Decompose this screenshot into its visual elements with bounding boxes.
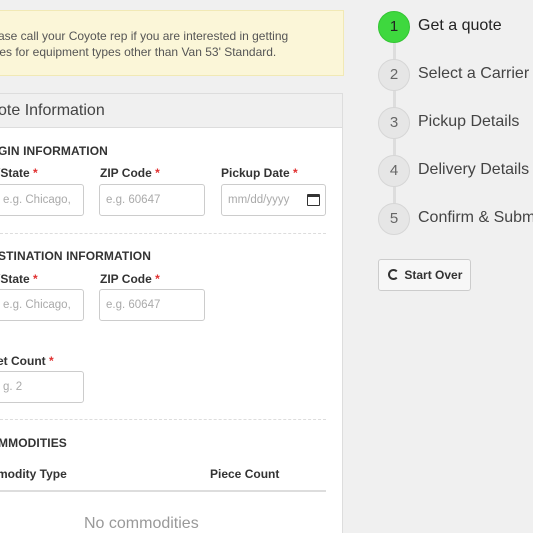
- step-number: 1: [378, 11, 410, 43]
- destination-zip-label: ZIP Code *: [100, 272, 160, 286]
- commodity-type-header: modity Type: [0, 467, 67, 481]
- step-label: Get a quote: [418, 17, 502, 34]
- pickup-date-label: Pickup Date *: [221, 166, 298, 180]
- step-number: 4: [378, 155, 410, 187]
- quote-information-panel: ote Information GIN INFORMATION /State *…: [0, 93, 343, 533]
- start-over-button[interactable]: Start Over: [378, 259, 471, 291]
- step-label: Select a Carrier: [418, 65, 530, 82]
- origin-divider: [0, 233, 326, 234]
- step-label: Pickup Details: [418, 113, 520, 130]
- origin-city-label: /State *: [0, 166, 38, 180]
- step-number: 2: [378, 59, 410, 91]
- step-confirm-and-submit[interactable]: 5 Confirm & Subm: [378, 203, 533, 235]
- notice-line-2: tes for equipment types other than Van 5…: [0, 45, 277, 59]
- origin-zip-input[interactable]: e.g. 60647: [99, 184, 205, 216]
- quote-form-area: ase call your Coyote rep if you are inte…: [0, 0, 344, 533]
- origin-section-title: GIN INFORMATION: [0, 144, 108, 158]
- start-over-label: Start Over: [404, 268, 463, 282]
- panel-header: ote Information: [0, 94, 342, 128]
- equipment-notice: ase call your Coyote rep if you are inte…: [0, 10, 344, 76]
- destination-zip-input[interactable]: e.g. 60647: [99, 289, 205, 321]
- destination-city-label: /State *: [0, 272, 38, 286]
- step-number: 5: [378, 203, 410, 235]
- destination-city-input[interactable]: e.g. Chicago,: [0, 289, 84, 321]
- pallet-count-input[interactable]: g. 2: [0, 371, 84, 403]
- refresh-icon: [388, 269, 399, 280]
- origin-city-input[interactable]: e.g. Chicago,: [0, 184, 84, 216]
- pallet-count-label: et Count *: [0, 354, 54, 368]
- commodities-section-title: MMODITIES: [0, 436, 67, 450]
- origin-zip-label: ZIP Code *: [100, 166, 160, 180]
- step-number: 3: [378, 107, 410, 139]
- destination-section-title: STINATION INFORMATION: [0, 249, 151, 263]
- pallet-divider: [0, 419, 326, 420]
- panel-title: ote Information: [0, 102, 105, 119]
- calendar-icon[interactable]: [307, 194, 320, 206]
- commodities-header-rule: [0, 490, 326, 492]
- no-commodities-text: No commodities: [84, 515, 199, 532]
- step-delivery-details[interactable]: 4 Delivery Details: [378, 155, 533, 187]
- step-pickup-details[interactable]: 3 Pickup Details: [378, 107, 533, 139]
- step-label: Delivery Details: [418, 161, 530, 178]
- notice-line-1: ase call your Coyote rep if you are inte…: [0, 29, 289, 43]
- pickup-date-input[interactable]: mm/dd/yyyy: [221, 184, 326, 216]
- piece-count-header: Piece Count: [210, 467, 280, 481]
- step-select-a-carrier[interactable]: 2 Select a Carrier: [378, 59, 533, 91]
- step-label: Confirm & Subm: [418, 209, 533, 226]
- step-get-a-quote[interactable]: 1 Get a quote: [378, 11, 533, 43]
